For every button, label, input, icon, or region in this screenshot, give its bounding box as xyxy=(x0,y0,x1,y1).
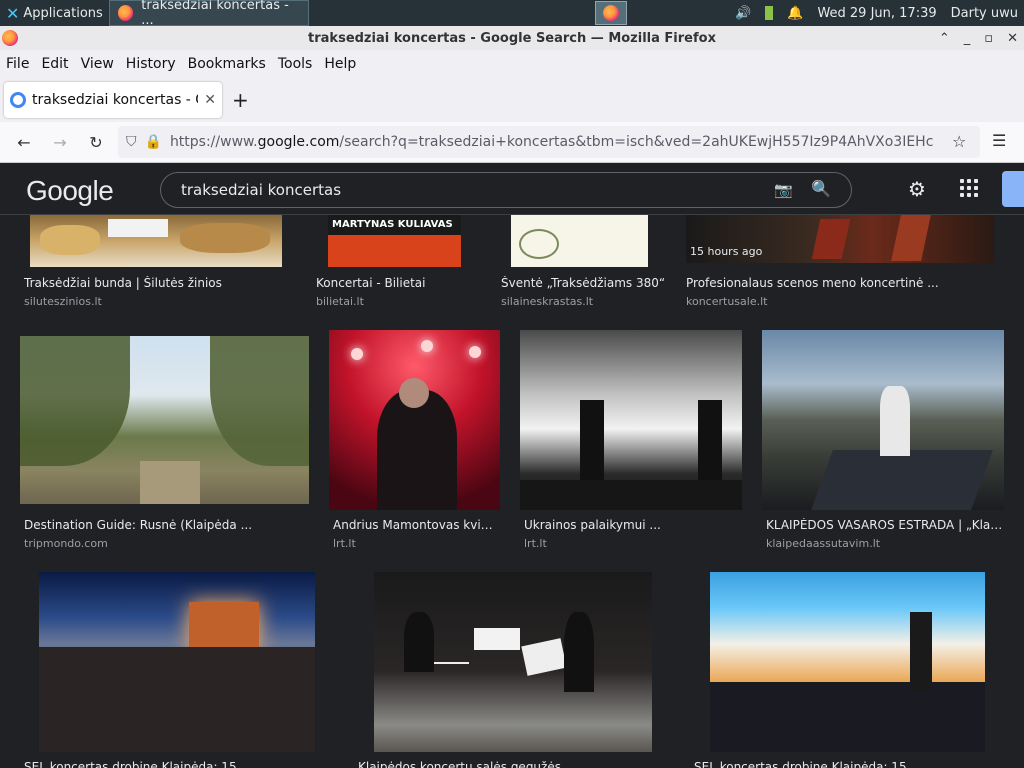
result-image[interactable] xyxy=(30,215,282,267)
back-arrow-icon[interactable]: ← xyxy=(6,133,42,152)
menu-file[interactable]: File xyxy=(0,56,35,72)
window-titlebar: traksedziai koncertas - Google Search — … xyxy=(0,26,1024,50)
result-caption[interactable]: Ukrainos palaikymui ... xyxy=(524,518,742,532)
result-image[interactable] xyxy=(374,572,652,752)
menu-bar: File Edit View History Bookmarks Tools H… xyxy=(0,50,1024,78)
google-favicon-icon xyxy=(10,92,26,108)
result-source[interactable]: silaineskrastas.lt xyxy=(501,295,593,308)
result-image[interactable] xyxy=(39,572,315,752)
firefox-icon xyxy=(603,5,619,21)
firefox-icon xyxy=(117,5,134,21)
tab-close-icon[interactable]: ✕ xyxy=(204,92,216,108)
minimize-icon[interactable]: _ xyxy=(964,31,971,46)
result-image[interactable]: MARTYNAS KULIAVAS xyxy=(328,215,461,267)
result-image[interactable] xyxy=(762,330,1004,510)
result-source[interactable]: klaipedaassutavim.lt xyxy=(766,537,880,550)
tab-strip: traksedziai koncertas - Goo ✕ + xyxy=(0,78,1024,122)
result-caption[interactable]: Destination Guide: Rusnė (Klaipėda ... xyxy=(24,518,314,532)
apps-grid-icon[interactable] xyxy=(960,179,978,197)
camera-icon[interactable]: 📷 xyxy=(774,181,793,199)
result-caption[interactable]: KLAIPĖDOS VASAROS ESTRADA | „Klaipėda ..… xyxy=(766,518,1004,532)
result-image[interactable]: 15 hours ago xyxy=(686,215,994,263)
menu-help[interactable]: Help xyxy=(318,56,362,72)
address-bar[interactable]: ⛉ 🔒 https://www.google.com/search?q=trak… xyxy=(118,126,980,158)
launcher-firefox[interactable] xyxy=(595,1,627,25)
result-caption[interactable]: Klaipėdos koncertų salės gegužės ... xyxy=(358,760,648,768)
xfce-icon: ✕ xyxy=(6,3,20,23)
result-caption[interactable]: Šventė „Traksėdžiams 380“ xyxy=(501,276,671,290)
forward-arrow-icon[interactable]: → xyxy=(42,133,78,152)
result-caption[interactable]: SEL koncertas drobine Klaipėda: 15 ... xyxy=(694,760,984,768)
tab-title: traksedziai koncertas - Goo xyxy=(32,92,198,108)
result-caption[interactable]: SEL koncertas drobine Klaipėda: 15 ... xyxy=(24,760,314,768)
volume-icon[interactable]: 🔊 xyxy=(735,6,751,21)
google-logo[interactable]: Google xyxy=(26,175,114,207)
search-icon[interactable]: 🔍 xyxy=(811,179,831,198)
result-image[interactable] xyxy=(511,215,648,267)
hamburger-menu-icon[interactable]: ☰ xyxy=(992,131,1006,150)
shield-icon[interactable]: ⛉ xyxy=(126,134,137,150)
result-source[interactable]: lrt.lt xyxy=(333,537,356,550)
window-title: traksedziai koncertas - Google Search — … xyxy=(308,30,716,46)
firefox-icon xyxy=(2,30,18,46)
image-results: MARTYNAS KULIAVAS 15 hours ago Traksėdži… xyxy=(0,215,1024,768)
applications-menu[interactable]: ✕ Applications xyxy=(0,0,109,26)
menu-edit[interactable]: Edit xyxy=(35,56,74,72)
result-caption[interactable]: Profesionalaus scenos meno koncertinė ..… xyxy=(686,276,994,290)
notification-bell-icon[interactable]: 🔔 xyxy=(787,6,803,21)
result-image[interactable] xyxy=(20,336,309,504)
menu-history[interactable]: History xyxy=(120,56,182,72)
window-shade-icon[interactable]: ⌃ xyxy=(939,31,950,46)
result-source[interactable]: koncertusale.lt xyxy=(686,295,767,308)
clock[interactable]: Wed 29 Jun, 17:39 xyxy=(817,6,936,21)
result-source[interactable]: tripmondo.com xyxy=(24,537,108,550)
lock-icon[interactable]: 🔒 xyxy=(145,134,162,150)
battery-icon[interactable] xyxy=(765,6,774,20)
new-tab-icon[interactable]: + xyxy=(232,88,249,112)
result-caption[interactable]: Koncertai - Bilietai xyxy=(316,276,486,290)
maximize-icon[interactable]: ▫ xyxy=(984,31,993,46)
settings-gear-icon[interactable]: ⚙ xyxy=(908,177,926,201)
image-banner-text: MARTYNAS KULIAVAS xyxy=(332,219,453,230)
bookmark-star-icon[interactable]: ☆ xyxy=(952,132,966,151)
result-source[interactable]: siluteszinios.lt xyxy=(24,295,102,308)
applications-label: Applications xyxy=(23,5,103,21)
result-source[interactable]: bilietai.lt xyxy=(316,295,364,308)
tab-google-search[interactable]: traksedziai koncertas - Goo ✕ xyxy=(4,82,222,118)
result-image[interactable] xyxy=(520,330,742,510)
user-menu[interactable]: Darty uwu xyxy=(951,6,1018,21)
search-box[interactable]: traksedziai koncertas 📷 🔍 xyxy=(160,172,852,208)
result-source[interactable]: lrt.lt xyxy=(524,537,547,550)
result-caption[interactable]: Traksėdžiai bunda | Šilutės žinios xyxy=(24,276,294,290)
result-image[interactable] xyxy=(329,330,500,510)
navigation-toolbar: ← → ↻ ⛉ 🔒 https://www.google.com/search?… xyxy=(0,122,1024,163)
result-image[interactable] xyxy=(710,572,985,752)
menu-tools[interactable]: Tools xyxy=(272,56,319,72)
time-stamp: 15 hours ago xyxy=(690,245,763,258)
search-input[interactable]: traksedziai koncertas xyxy=(181,181,341,199)
menu-view[interactable]: View xyxy=(75,56,120,72)
reload-icon[interactable]: ↻ xyxy=(78,133,114,152)
taskbar-window-button[interactable]: traksedziai koncertas - ... xyxy=(108,0,309,28)
menu-bookmarks[interactable]: Bookmarks xyxy=(182,56,272,72)
taskbar-window-title: traksedziai koncertas - ... xyxy=(141,0,289,28)
system-taskbar: ✕ Applications traksedziai koncertas - .… xyxy=(0,0,1024,28)
close-icon[interactable]: ✕ xyxy=(1007,31,1018,46)
google-header: Google traksedziai koncertas 📷 🔍 ⚙ xyxy=(0,163,1024,215)
sign-in-button[interactable] xyxy=(1002,171,1024,207)
url-text[interactable]: https://www.google.com/search?q=traksedz… xyxy=(170,134,933,150)
result-caption[interactable]: Andrius Mamontovas kviečia ... xyxy=(333,518,498,532)
